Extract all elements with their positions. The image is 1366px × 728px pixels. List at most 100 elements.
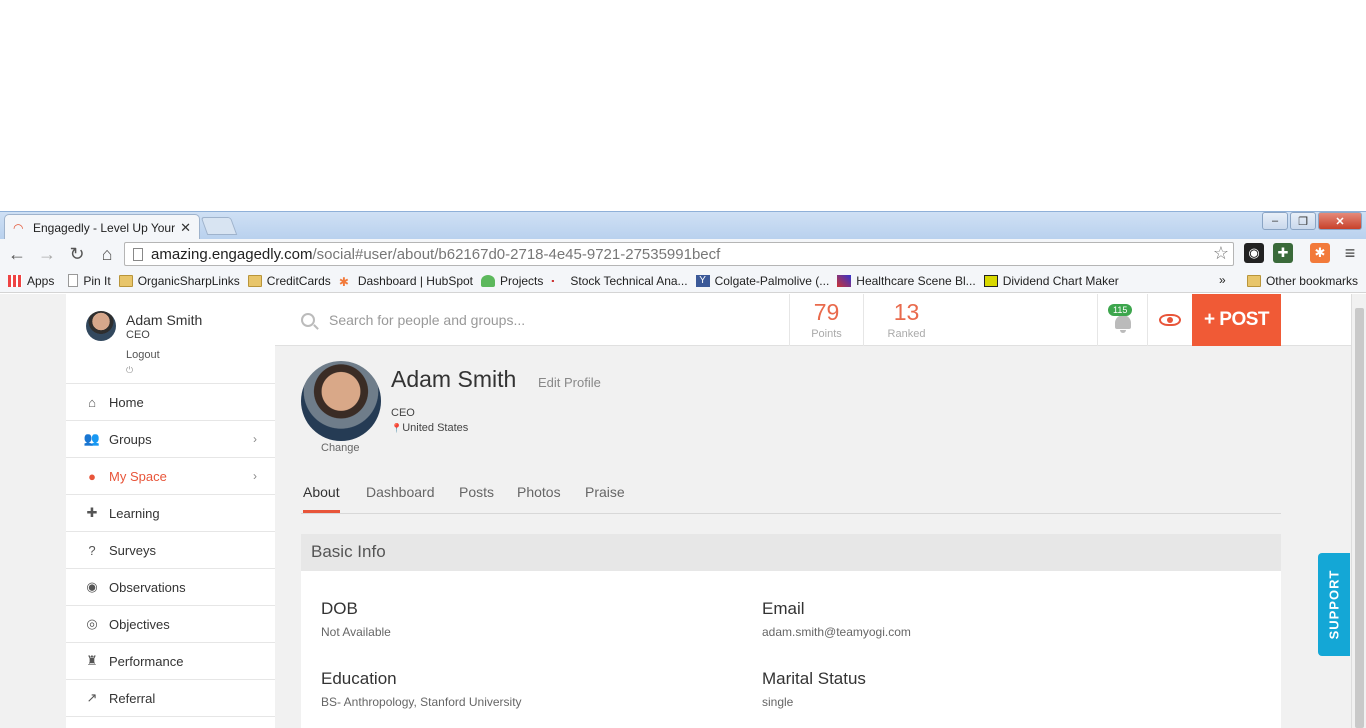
bookmark-dividend[interactable]: Dividend Chart Maker (983, 273, 1119, 288)
sidebar-user-name[interactable]: Adam Smith (126, 312, 202, 328)
sidebar-item-label: Referral (109, 690, 156, 706)
projects-icon (481, 274, 496, 287)
sidebar-item-groups[interactable]: 👥 Groups › (66, 421, 275, 458)
bookmark-label: Dividend Chart Maker (1002, 273, 1119, 288)
sidebar-item-observations[interactable]: ◉ Observations (66, 569, 275, 606)
bookmark-healthcare[interactable]: Healthcare Scene Bl... (837, 274, 976, 288)
tab-close-icon[interactable]: ✕ (180, 220, 191, 236)
browser-tab[interactable]: ◠ Engagedly - Level Up Your ✕ (4, 214, 200, 241)
browser-toolbar: ← → ↻ ⌂ amazing.engagedly.com /social#us… (0, 239, 1366, 269)
notifications-button[interactable]: 115 (1097, 294, 1147, 346)
hubspot-extension-icon[interactable]: ✱ (1310, 243, 1330, 263)
tab-praise[interactable]: Praise (585, 484, 625, 500)
points-stat[interactable]: 79 Points (789, 294, 863, 346)
bookmark-stock[interactable]: ⬝ Stock Technical Ana... (551, 274, 687, 288)
page-icon (68, 274, 79, 287)
marital-status-value: single (762, 695, 794, 709)
avatar[interactable] (86, 311, 116, 341)
dob-field: DOB Not Available (321, 599, 391, 639)
address-bar[interactable]: amazing.engagedly.com /social#user/about… (124, 242, 1234, 266)
bookmark-label: Other bookmarks (1265, 274, 1358, 288)
bell-icon (1115, 315, 1131, 333)
puzzle-extension-icon[interactable]: ✚ (1273, 243, 1293, 263)
bookmark-star-icon[interactable]: ☆ (1213, 243, 1229, 264)
home-browser-icon[interactable]: ⌂ (94, 241, 120, 267)
tab-about[interactable]: About (303, 484, 340, 513)
profile-tabs: About Dashboard Posts Photos Praise (301, 476, 1281, 514)
browser-titlebar: ◠ Engagedly - Level Up Your ✕ – ❐ ✕ (0, 211, 1366, 241)
apps-grid-icon (8, 274, 22, 287)
question-icon: ? (88, 542, 96, 558)
edit-profile-link[interactable]: Edit Profile (538, 375, 601, 390)
bookmark-label: Apps (27, 273, 55, 288)
section-title: Basic Info (301, 534, 1281, 571)
sidebar-item-referral[interactable]: ↗ Referral (66, 680, 275, 717)
ranked-stat[interactable]: 13 Ranked (863, 294, 949, 346)
tab-dashboard[interactable]: Dashboard (366, 484, 435, 500)
bookmark-pinit[interactable]: Pin It (68, 274, 111, 288)
sidebar-profile: Adam Smith CEO Logout ⏻ (66, 294, 275, 384)
marital-status-field: Marital Status single (762, 669, 866, 709)
education-value: BS- Anthropology, Stanford University (321, 695, 522, 709)
sidebar-item-my-space[interactable]: ● My Space › (66, 458, 275, 495)
search-input[interactable]: Search for people and groups... (301, 312, 525, 328)
profile-avatar[interactable] (301, 361, 381, 441)
bookmark-colgate[interactable]: Y Colgate-Palmolive (... (695, 274, 829, 288)
new-tab-button[interactable] (200, 217, 238, 235)
tab-posts[interactable]: Posts (459, 484, 494, 500)
bookmark-label: CreditCards (266, 273, 331, 288)
sidebar-item-home[interactable]: ⌂ Home (66, 384, 275, 421)
map-pin-icon: 📍 (391, 423, 403, 433)
scrollbar-thumb[interactable] (1355, 308, 1364, 728)
bookmark-projects[interactable]: Projects (481, 274, 543, 288)
sidebar-item-surveys[interactable]: ? Surveys (66, 532, 275, 569)
ranked-label: Ranked (887, 328, 926, 340)
dob-value: Not Available (321, 625, 391, 639)
sidebar-item-label: Performance (109, 653, 184, 669)
maximize-icon[interactable]: ❐ (1290, 212, 1316, 230)
support-button[interactable]: SUPPORT (1318, 553, 1350, 656)
chevron-right-icon: › (253, 469, 257, 483)
app-viewport: Adam Smith CEO Logout ⏻ ⌂ Home 👥 Groups › ●… (0, 294, 1366, 728)
folder-icon (118, 274, 133, 287)
forward-icon[interactable]: → (34, 241, 60, 267)
sidebar-item-label: My Space (109, 468, 167, 484)
sidebar-item-objectives[interactable]: ◎ Objectives (66, 606, 275, 643)
bookmark-hubspot[interactable]: ✱ Dashboard | HubSpot (339, 274, 473, 289)
logout-link[interactable]: Logout (126, 349, 160, 361)
dob-label: DOB (321, 599, 358, 618)
ranked-value: 13 (893, 299, 920, 325)
bookmark-creditcards[interactable]: CreditCards (247, 273, 331, 288)
menu-icon[interactable]: ≡ (1340, 243, 1360, 263)
bookmark-apps[interactable]: Apps (8, 274, 54, 288)
email-field: Email adam.smith@teamyogi.com (762, 599, 911, 639)
power-icon[interactable]: ⏻ (126, 365, 133, 376)
sidebar-item-label: Objectives (109, 616, 170, 632)
tab-photos[interactable]: Photos (517, 484, 561, 500)
scrollbar[interactable] (1351, 294, 1366, 728)
back-icon[interactable]: ← (4, 241, 30, 267)
owl-extension-icon[interactable]: ◉ (1244, 243, 1264, 263)
folder-icon (1246, 275, 1261, 287)
window-controls: – ❐ ✕ (1262, 212, 1362, 230)
profile-location: 📍United States (391, 422, 468, 434)
post-button[interactable]: + POST (1192, 294, 1281, 346)
puzzle-icon: ✚ (86, 505, 98, 520)
close-window-icon[interactable]: ✕ (1318, 212, 1362, 230)
education-field: Education BS- Anthropology, Stanford Uni… (321, 669, 522, 709)
more-bookmarks-icon[interactable]: » (1219, 273, 1226, 287)
sidebar-item-learning[interactable]: ✚ Learning (66, 495, 275, 532)
reload-icon[interactable]: ↻ (64, 241, 90, 267)
target-icon: ◎ (86, 616, 98, 631)
sidebar-item-performance[interactable]: ♜ Performance (66, 643, 275, 680)
minimize-icon[interactable]: – (1262, 212, 1288, 230)
external-link-icon: ↗ (86, 690, 98, 705)
chart-icon: ⬝ (551, 274, 555, 287)
sidebar-item-label: Surveys (109, 542, 156, 558)
bookmark-other[interactable]: Other bookmarks (1246, 274, 1358, 288)
points-label: Points (811, 328, 842, 340)
observations-button[interactable] (1147, 294, 1192, 346)
profile-role: CEO (391, 407, 415, 419)
change-photo-link[interactable]: Change (321, 442, 360, 454)
bookmark-organic[interactable]: OrganicSharpLinks (118, 274, 240, 288)
